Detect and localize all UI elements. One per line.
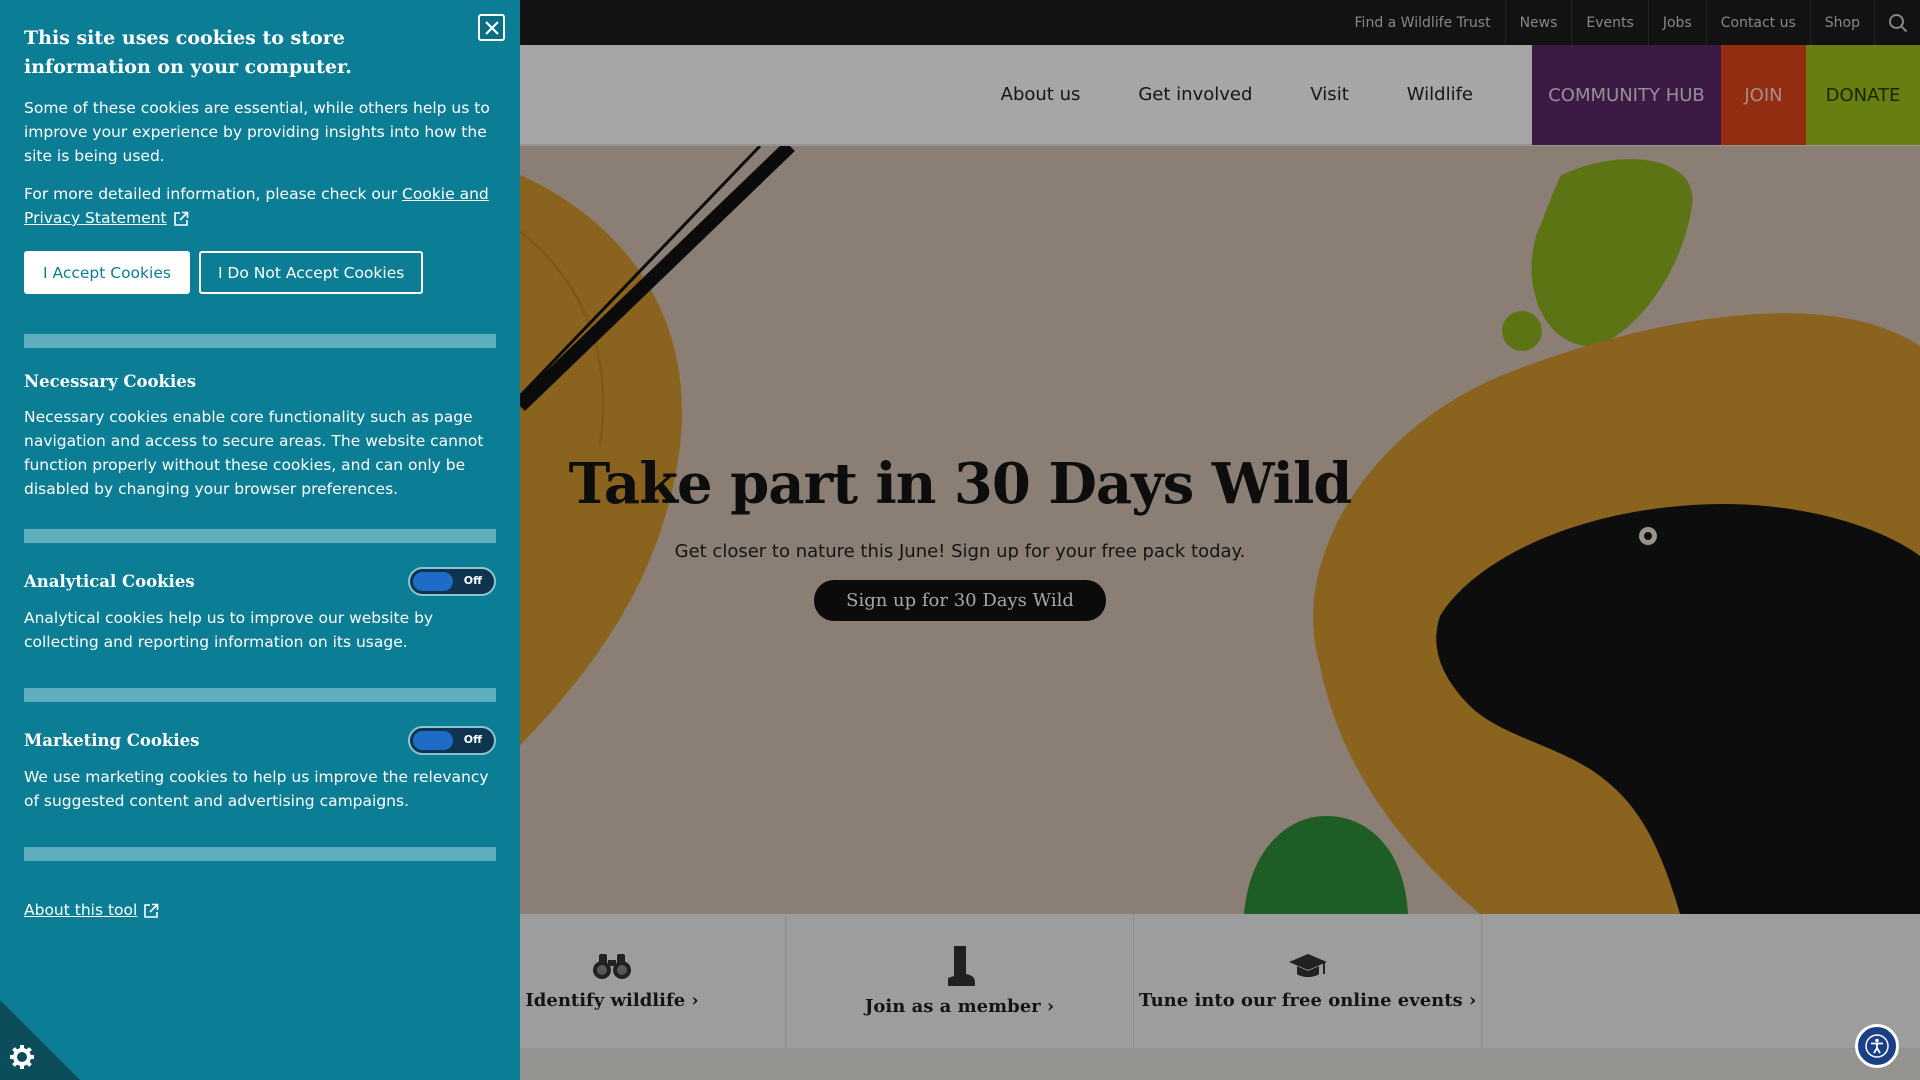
external-link-icon <box>144 903 159 918</box>
close-button[interactable] <box>478 14 505 41</box>
toggle-state-label: Off <box>463 733 482 746</box>
decline-cookies-button[interactable]: I Do Not Accept Cookies <box>198 251 424 294</box>
cookie-intro-text: Some of these cookies are essential, whi… <box>24 99 490 165</box>
section-divider <box>24 688 496 702</box>
necessary-cookies-section: Necessary Cookies Necessary cookies enab… <box>24 372 496 501</box>
toggle-state-label: Off <box>463 574 482 587</box>
cookie-consent-panel: This site uses cookies to store informat… <box>0 0 520 1080</box>
toggle-knob <box>413 731 453 750</box>
accessibility-button[interactable] <box>1855 1024 1899 1068</box>
accept-cookies-button[interactable]: I Accept Cookies <box>24 251 190 294</box>
accessibility-icon <box>1865 1034 1889 1058</box>
marketing-cookies-toggle[interactable]: Off <box>408 726 496 755</box>
necessary-cookies-title: Necessary Cookies <box>24 372 197 391</box>
cookie-more-info: For more detailed information, please ch… <box>24 182 496 230</box>
more-info-prefix: For more detailed information, please ch… <box>24 185 403 203</box>
cookie-corner-shape <box>0 1000 80 1080</box>
section-divider <box>24 529 496 543</box>
cookie-settings-button[interactable] <box>0 1000 80 1080</box>
analytical-cookies-title: Analytical Cookies <box>24 572 195 591</box>
cookie-buttons: I Accept Cookies I Do Not Accept Cookies <box>24 251 496 294</box>
external-link-icon <box>173 211 188 226</box>
marketing-cookies-title: Marketing Cookies <box>24 731 200 750</box>
about-tool-link[interactable]: About this tool <box>24 901 137 919</box>
close-icon <box>484 20 499 35</box>
section-divider <box>24 847 496 861</box>
analytical-cookies-toggle[interactable]: Off <box>408 567 496 596</box>
toggle-knob <box>413 572 453 591</box>
analytical-cookies-header: Analytical Cookies Off <box>24 567 496 596</box>
marketing-cookies-section: Marketing Cookies Off We use marketing c… <box>24 726 496 813</box>
section-divider <box>24 334 496 348</box>
marketing-cookies-header: Marketing Cookies Off <box>24 726 496 755</box>
cookie-panel-title: This site uses cookies to store informat… <box>24 27 352 78</box>
about-tool: About this tool <box>24 901 496 919</box>
analytical-cookies-text: Analytical cookies help us to improve ou… <box>24 609 434 651</box>
analytical-cookies-section: Analytical Cookies Off Analytical cookie… <box>24 567 496 654</box>
marketing-cookies-text: We use marketing cookies to help us impr… <box>24 768 489 810</box>
necessary-cookies-text: Necessary cookies enable core functional… <box>24 408 484 498</box>
